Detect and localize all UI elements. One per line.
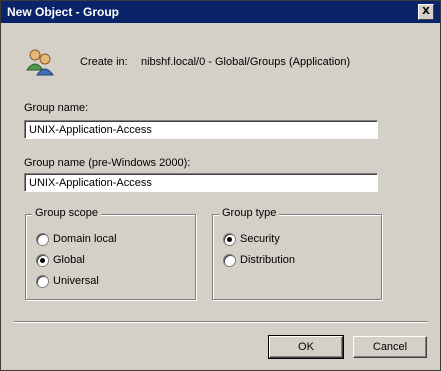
- radio-label: Domain local: [53, 233, 117, 245]
- group-name-label: Group name:: [24, 102, 89, 114]
- radio-selected-icon: [223, 233, 236, 246]
- pre2000-name-input[interactable]: [24, 173, 378, 192]
- group-type-title: Group type: [219, 207, 280, 219]
- close-icon: X: [422, 6, 430, 17]
- new-group-dialog: New Object - Group X Create in: nibshf.l…: [0, 0, 441, 371]
- title-bar[interactable]: New Object - Group X: [1, 1, 440, 23]
- radio-icon: [36, 233, 49, 246]
- radio-icon: [36, 275, 49, 288]
- group-name-input[interactable]: [24, 120, 378, 139]
- group-icon: [26, 49, 54, 76]
- window-title: New Object - Group: [7, 5, 120, 19]
- close-button[interactable]: X: [418, 4, 434, 20]
- radio-label: Distribution: [240, 254, 296, 266]
- radio-label: Universal: [53, 275, 99, 287]
- pre2000-name-label: Group name (pre-Windows 2000):: [24, 157, 191, 169]
- separator: [14, 321, 428, 323]
- create-in-path: nibshf.local/0 - Global/Groups (Applicat…: [141, 56, 351, 68]
- group-scope-box: Group scope Domain local Global Universa…: [25, 207, 196, 300]
- radio-label: Security: [240, 233, 280, 245]
- create-in-label: Create in:: [80, 56, 128, 68]
- group-scope-title: Group scope: [32, 207, 101, 219]
- radio-label: Global: [53, 254, 85, 266]
- cancel-button[interactable]: Cancel: [353, 336, 427, 358]
- ok-button[interactable]: OK: [268, 335, 344, 359]
- radio-selected-icon: [36, 254, 49, 267]
- group-type-box: Group type Security Distribution: [212, 207, 382, 300]
- radio-icon: [223, 254, 236, 267]
